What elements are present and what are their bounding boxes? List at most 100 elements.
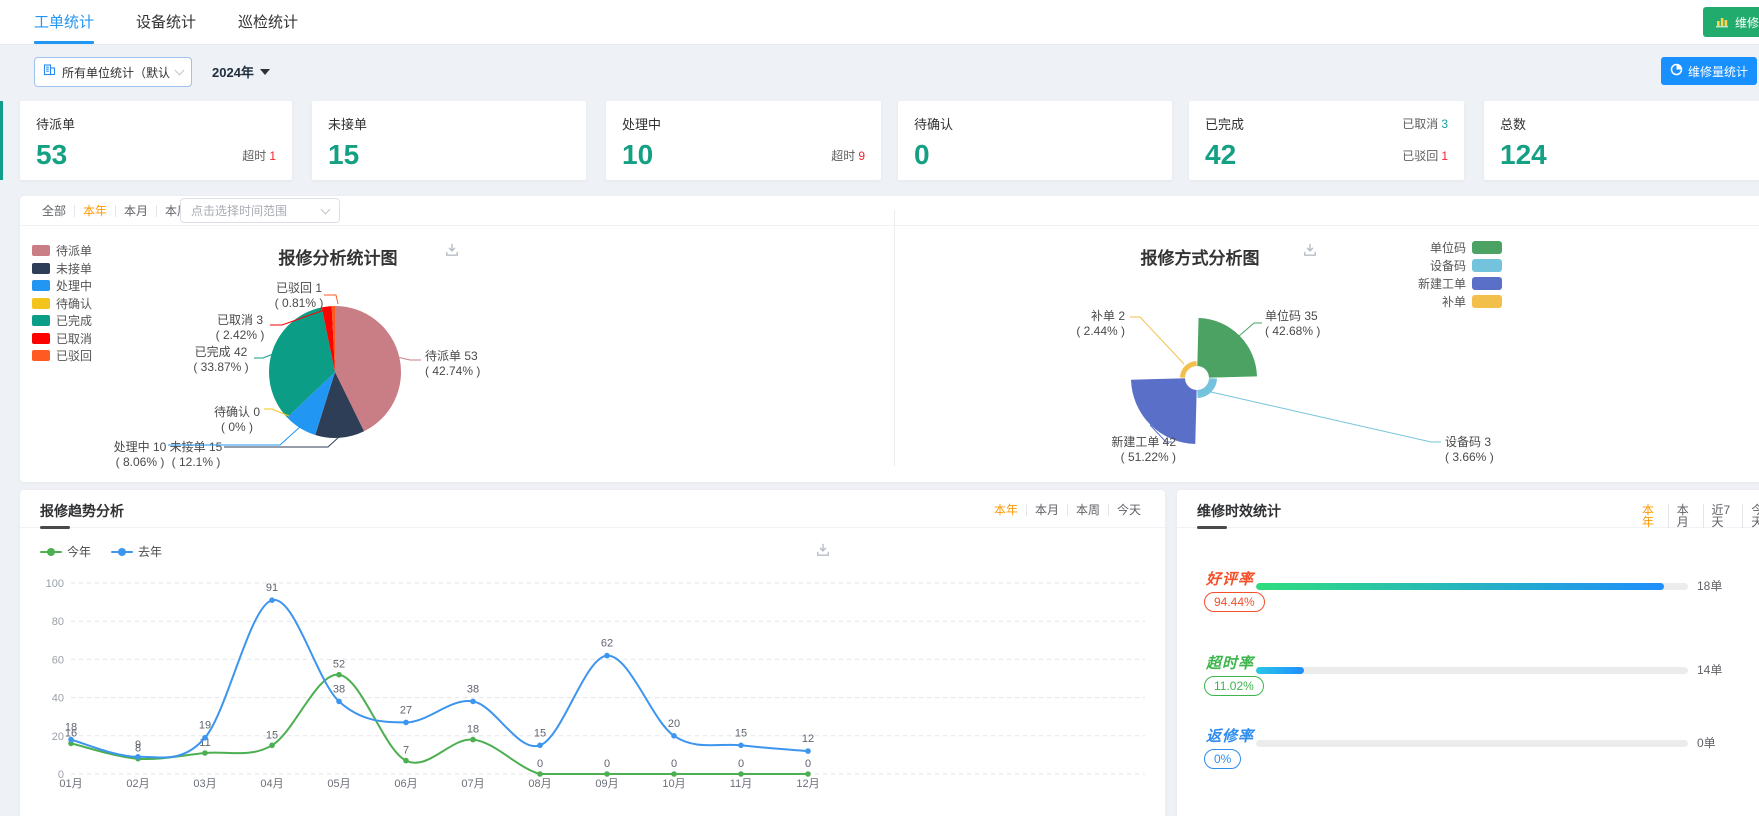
svg-text:60: 60 — [52, 654, 64, 666]
svg-text:06月: 06月 — [394, 778, 417, 790]
download-icon[interactable] — [444, 242, 460, 258]
legend-swatch — [32, 332, 50, 344]
svg-text:20: 20 — [52, 731, 64, 743]
time-range-select[interactable]: 点击选择时间范围 — [180, 198, 340, 223]
efficiency-filter-this-year[interactable]: 本年 — [1634, 504, 1669, 528]
svg-text:( 0.81% ): ( 0.81% ) — [275, 296, 324, 310]
svg-text:07月: 07月 — [461, 778, 484, 790]
svg-text:( 0% ): ( 0% ) — [221, 420, 253, 434]
volume-stats-button[interactable]: 维修量统计 — [1661, 57, 1758, 85]
svg-text:80: 80 — [52, 616, 64, 628]
year-select-value: 2024年 — [212, 65, 254, 80]
section-divider — [894, 210, 895, 466]
over-time-badge: 超时 9 — [831, 149, 865, 163]
rate-count: 0单 — [1697, 736, 1716, 750]
svg-text:( 3.66% ): ( 3.66% ) — [1445, 450, 1494, 464]
tab-inspection-stats[interactable]: 巡检统计 — [238, 0, 298, 44]
efficiency-title: 维修时效统计 — [1197, 501, 1281, 529]
filter-option-all[interactable]: 全部 — [34, 204, 76, 217]
efficiency-filter-today[interactable]: 今天 — [1743, 504, 1759, 528]
method-rose-legend: 单位码 设备码 新建工单 补单 — [1418, 241, 1502, 309]
card-title: 已完成 — [1205, 117, 1245, 132]
legend-item-cancelled[interactable]: 已取消 — [32, 332, 92, 346]
legend-item-new-ticket[interactable]: 新建工单 — [1418, 277, 1502, 291]
trend-legend: 今年 去年 — [40, 543, 162, 560]
card-title: 待确认 — [914, 117, 954, 132]
trend-filter-this-year[interactable]: 本年 — [986, 504, 1027, 516]
legend-swatch — [32, 262, 50, 274]
legend-item-rejected[interactable]: 已驳回 — [32, 349, 92, 363]
card-title: 待派单 — [36, 117, 76, 132]
card-value: 124 — [1500, 139, 1547, 170]
legend-item-this-year[interactable]: 今年 — [40, 543, 91, 560]
summary-card-pending-confirm: 待确认 0 — [898, 101, 1172, 180]
rate-pill: 0% — [1204, 749, 1242, 769]
filter-option-this-month[interactable]: 本月 — [116, 204, 158, 217]
legend-item-processing[interactable]: 处理中 — [32, 279, 92, 293]
efficiency-card: 维修时效统计 本年 本月 近7天 今天 好评率 94.44% 18单 超时率 1… — [1177, 490, 1759, 816]
annual-report-button[interactable]: 维修年报 — [1703, 7, 1759, 37]
efficiency-filters: 本年 本月 近7天 今天 — [1634, 504, 1759, 528]
rate-count: 14单 — [1697, 663, 1723, 677]
efficiency-filter-last-7-days[interactable]: 近7天 — [1704, 504, 1744, 528]
svg-text:04月: 04月 — [260, 778, 283, 790]
legend-swatch — [32, 315, 50, 326]
card-value: 10 — [622, 139, 654, 170]
legend-item-pending-dispatch[interactable]: 待派单 — [32, 244, 92, 258]
legend-swatch — [32, 297, 50, 309]
rate-pill: 11.02% — [1204, 676, 1264, 696]
trend-card: 报修趋势分析 本年 本月 本周 今天 今年 去年 0 20 40 60 80 100 01月… — [20, 490, 1165, 816]
svg-text:0: 0 — [671, 758, 677, 770]
trend-filter-today[interactable]: 今天 — [1109, 504, 1149, 516]
svg-text:02月: 02月 — [126, 778, 149, 790]
summary-card-unaccepted: 未接单 15 — [312, 101, 586, 180]
analysis-pie-legend: 待派单 未接单 处理中 待确认 已完成 已取消 已驳回 — [32, 244, 92, 363]
year-select[interactable]: 2024年 — [212, 62, 270, 81]
legend-item-supplement[interactable]: 补单 — [1442, 295, 1502, 309]
unit-select[interactable]: 所有单位统计（默认） — [34, 57, 192, 87]
svg-text:18: 18 — [467, 724, 479, 736]
svg-text:15: 15 — [266, 729, 278, 741]
analysis-and-method-pie-charts: 待派单 53( 42.74% ) 未接单 15( 12.1% ) 处理中 10( 8… — [114, 281, 1494, 469]
svg-text:0: 0 — [805, 758, 811, 770]
svg-text:补单 2: 补单 2 — [1091, 309, 1125, 323]
svg-text:20: 20 — [668, 718, 680, 730]
legend-item-last-year[interactable]: 去年 — [111, 543, 162, 560]
trend-filter-this-month[interactable]: 本月 — [1027, 504, 1068, 516]
efficiency-filter-this-month[interactable]: 本月 — [1669, 504, 1704, 528]
svg-text:7: 7 — [403, 745, 409, 757]
analysis-pie-title: 报修分析统计图 — [278, 249, 398, 268]
download-icon[interactable] — [1302, 242, 1318, 258]
svg-text:09月: 09月 — [595, 778, 618, 790]
line-marker-icon — [111, 547, 134, 556]
filter-option-this-year[interactable]: 本年 — [75, 204, 117, 217]
page-edge-accent — [0, 101, 3, 180]
rate-label: 返修率 — [1206, 728, 1255, 745]
trend-filter-this-week[interactable]: 本周 — [1068, 504, 1109, 516]
legend-item-unaccepted[interactable]: 未接单 — [32, 262, 92, 276]
legend-swatch — [32, 350, 50, 361]
legend-item-device-code[interactable]: 设备码 — [1430, 259, 1502, 273]
legend-item-unit-code[interactable]: 单位码 — [1430, 241, 1502, 255]
svg-text:62: 62 — [601, 638, 613, 650]
time-range-placeholder: 点击选择时间范围 — [191, 204, 288, 218]
tab-device-stats[interactable]: 设备统计 — [136, 0, 196, 44]
card-value: 42 — [1205, 139, 1237, 170]
svg-text:03月: 03月 — [193, 778, 216, 790]
volume-stats-label: 维修量统计 — [1688, 64, 1749, 79]
cancelled-badge: 已取消 3 — [1402, 117, 1448, 131]
svg-text:设备码 3: 设备码 3 — [1445, 435, 1491, 449]
download-icon[interactable] — [815, 542, 831, 558]
legend-swatch — [32, 280, 50, 291]
legend-swatch — [1472, 295, 1502, 308]
legend-item-completed[interactable]: 已完成 — [32, 314, 92, 328]
svg-text:19: 19 — [199, 720, 211, 732]
tab-work-order-stats[interactable]: 工单统计 — [34, 0, 95, 44]
svg-text:已完成 42: 已完成 42 — [195, 344, 248, 359]
svg-text:处理中 10: 处理中 10 — [114, 439, 167, 454]
summary-card-total: 总数 124 — [1484, 101, 1759, 180]
topbar: 工单统计 设备统计 巡检统计 维修年报 — [0, 0, 1759, 45]
svg-text:( 42.68% ): ( 42.68% ) — [1265, 324, 1320, 338]
legend-item-pending-confirm[interactable]: 待确认 — [32, 297, 92, 311]
svg-text:9: 9 — [135, 739, 141, 751]
